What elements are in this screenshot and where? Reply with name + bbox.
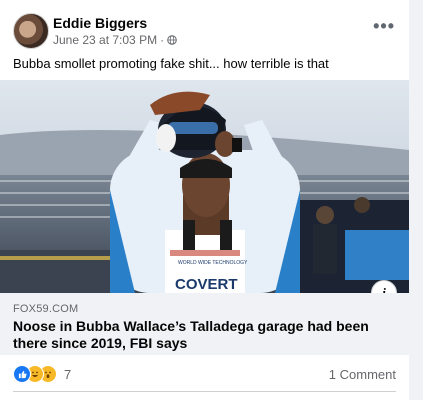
comment-count-link[interactable]: 1 Comment <box>329 367 396 382</box>
chest-sponsor-text: WORLD WIDE TECHNOLOGY <box>178 260 248 266</box>
post-meta: June 23 at 7:03 PM · <box>53 33 177 47</box>
driver-photo: COVERT WORLD WIDE TECHNOLOGY <box>0 80 409 293</box>
link-domain: FOX59.COM <box>13 303 79 315</box>
link-preview-image[interactable]: COVERT WORLD WIDE TECHNOLOGY <box>0 80 409 293</box>
meta-separator: · <box>160 33 165 47</box>
globe-icon <box>167 35 177 45</box>
more-options-icon[interactable]: ••• <box>373 16 395 37</box>
footer-divider <box>13 391 396 392</box>
like-icon <box>13 365 31 383</box>
reaction-count: 7 <box>64 366 72 382</box>
link-headline[interactable]: Noose in Bubba Wallace’s Talladega garag… <box>13 318 393 352</box>
author-avatar[interactable] <box>13 13 49 49</box>
post-timestamp[interactable]: June 23 at 7:03 PM <box>53 33 157 47</box>
author-name[interactable]: Eddie Biggers <box>53 15 147 31</box>
suit-sponsor-text: COVERT <box>175 276 238 293</box>
post-header: Eddie Biggers June 23 at 7:03 PM · ••• <box>0 0 409 58</box>
post-card: Eddie Biggers June 23 at 7:03 PM · ••• B… <box>0 0 409 400</box>
reactions-summary[interactable]: 7 <box>13 365 71 383</box>
post-caption: Bubba smollet promoting fake shit... how… <box>13 56 329 71</box>
